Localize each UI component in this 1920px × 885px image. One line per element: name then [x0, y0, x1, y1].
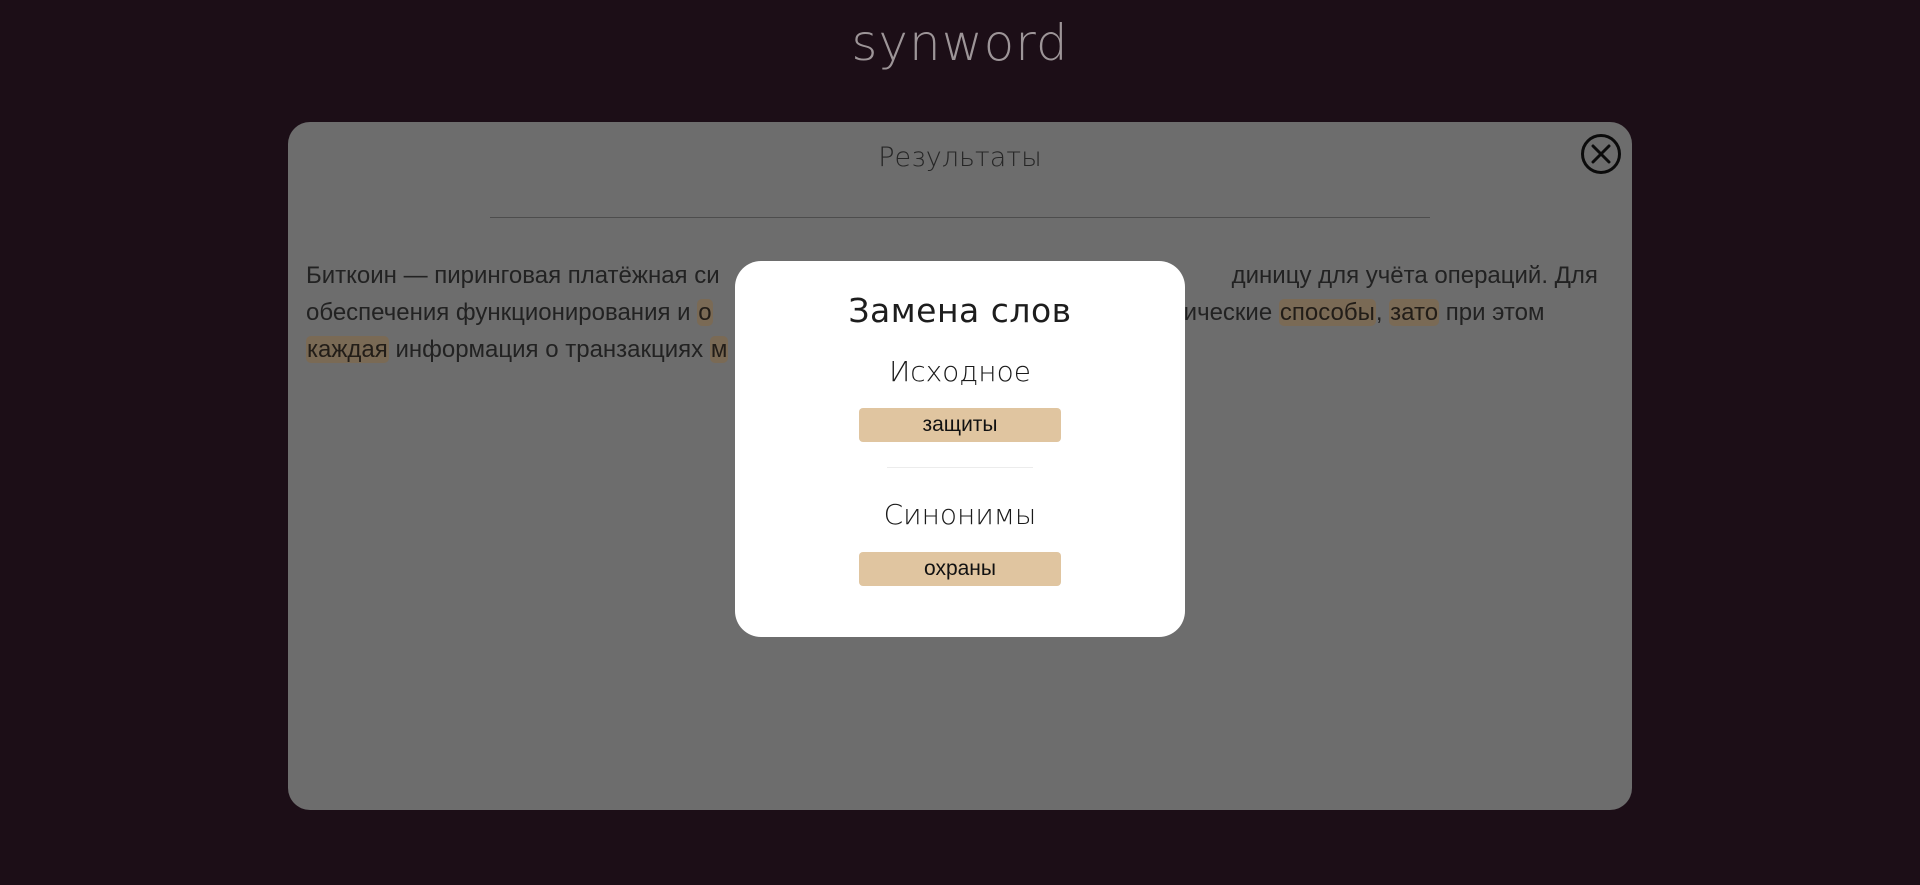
results-title: Результаты: [878, 142, 1042, 173]
modal-divider: [887, 467, 1033, 468]
text-fragment: Биткоин — пиринговая платёжная си: [306, 262, 720, 289]
replaced-word[interactable]: зато: [1389, 299, 1440, 326]
replaced-word[interactable]: каждая: [306, 336, 389, 363]
original-word-chip[interactable]: защиты: [859, 408, 1061, 442]
text-fragment: ,: [1375, 299, 1390, 326]
results-divider: [490, 217, 1430, 218]
synonym-chip[interactable]: охраны: [859, 552, 1061, 586]
text-fragment: информация о транзакциях: [388, 336, 710, 363]
replaced-word[interactable]: о: [697, 299, 713, 326]
replaced-word[interactable]: способы: [1278, 299, 1376, 326]
replaced-word[interactable]: м: [709, 336, 729, 363]
close-button[interactable]: [1581, 134, 1621, 174]
text-fragment: диницу для учёта операций. Для: [1231, 262, 1598, 289]
word-replacement-modal: Замена слов Исходное защиты Синонимы охр…: [735, 261, 1185, 637]
original-label: Исходное: [889, 355, 1031, 388]
close-icon: [1591, 144, 1611, 164]
modal-title: Замена слов: [848, 291, 1072, 330]
text-fragment: при этом: [1439, 299, 1545, 326]
text-fragment: обеспечения функционирования и: [306, 299, 698, 326]
synonyms-label: Синонимы: [883, 498, 1037, 531]
app-logo[interactable]: synword: [0, 14, 1920, 72]
